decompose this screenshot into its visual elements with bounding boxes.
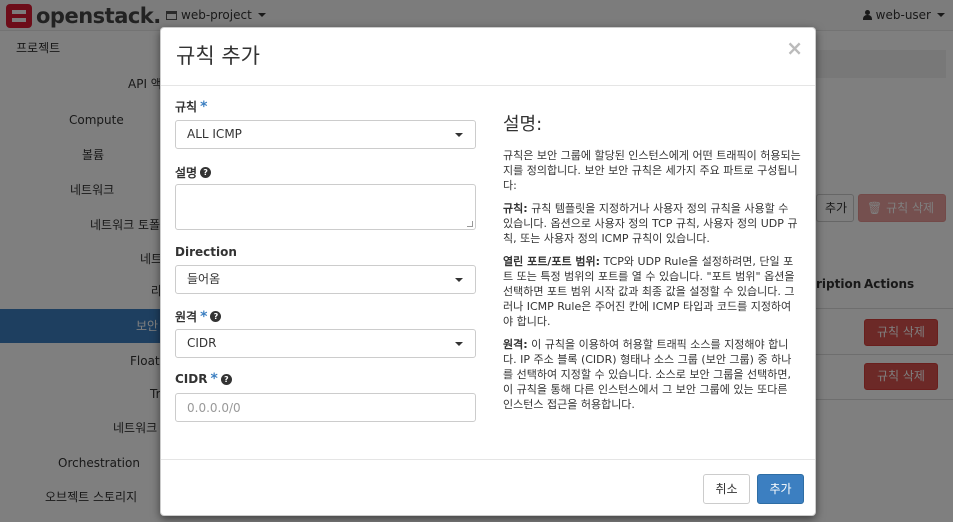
- description-textarea[interactable]: [175, 184, 476, 230]
- required-asterisk: *: [200, 308, 208, 325]
- direction-label: Direction: [175, 245, 237, 259]
- modal-footer: 취소 추가: [161, 459, 815, 515]
- help-remote-term: 원격:: [503, 338, 528, 351]
- help-remote: 원격: 이 규칙을 이용하여 허용할 트래픽 소스를 지정해야 합니다. IP …: [503, 337, 801, 412]
- remote-select[interactable]: CIDR: [175, 329, 476, 358]
- help-rule: 규칙: 규칙 템플릿을 지정하거나 사용자 정의 규칙을 사용할 수 있습니다.…: [503, 201, 801, 246]
- remote-label-text: 원격: [175, 310, 198, 324]
- rule-select[interactable]: ALL ICMP: [175, 120, 476, 149]
- help-question-icon[interactable]: ?: [200, 167, 212, 178]
- cidr-label: CIDR * ?: [175, 372, 232, 386]
- resize-handle-icon[interactable]: [467, 221, 473, 227]
- description-label: 설명 ?: [175, 164, 212, 181]
- rule-label-text: 규칙: [175, 100, 198, 114]
- add-button[interactable]: 추가: [757, 474, 804, 504]
- help-title: 설명:: [503, 114, 543, 135]
- direction-select[interactable]: 들어옴: [175, 265, 476, 294]
- required-asterisk: *: [210, 371, 218, 387]
- required-asterisk: *: [200, 98, 208, 115]
- close-icon[interactable]: ×: [786, 36, 803, 60]
- rule-select-value: ALL ICMP: [187, 127, 242, 141]
- help-panel: 설명: 규칙은 보안 그룹에 할당된 인스턴스에게 어떤 트래픽이 허용되는지를…: [503, 114, 801, 420]
- help-intro: 규칙은 보안 그룹에 할당된 인스턴스에게 어떤 트래픽이 허용되는지를 정의합…: [503, 149, 801, 192]
- dropdown-caret-icon: [455, 278, 463, 282]
- modal-header: 규칙 추가 ×: [161, 28, 815, 86]
- cidr-input[interactable]: [175, 393, 476, 422]
- help-port: 열린 포트/포트 범위: TCP와 UDP Rule을 설정하려면, 단일 포트…: [503, 254, 801, 329]
- direction-select-value: 들어옴: [187, 272, 221, 286]
- help-port-term: 열린 포트/포트 범위:: [503, 255, 601, 268]
- remote-select-value: CIDR: [187, 336, 217, 350]
- rule-label: 규칙 *: [175, 98, 207, 115]
- dropdown-caret-icon: [455, 342, 463, 346]
- remote-label: 원격 * ?: [175, 308, 222, 325]
- cancel-button[interactable]: 취소: [703, 474, 750, 504]
- help-rule-term: 규칙:: [503, 202, 528, 215]
- description-label-text: 설명: [175, 166, 198, 180]
- add-rule-modal: 규칙 추가 × 규칙 * ALL ICMP 설명 ? Direction 들어옴…: [160, 27, 816, 516]
- direction-label-text: Direction: [175, 245, 237, 259]
- dropdown-caret-icon: [455, 133, 463, 137]
- cidr-label-text: CIDR: [175, 372, 208, 386]
- modal-title: 규칙 추가: [176, 44, 260, 68]
- help-question-icon[interactable]: ?: [210, 311, 222, 322]
- help-remote-text: 이 규칙을 이용하여 허용할 트래픽 소스를 지정해야 합니다. IP 주소 블…: [503, 338, 792, 411]
- help-question-icon[interactable]: ?: [220, 373, 232, 385]
- help-rule-text: 규칙 템플릿을 지정하거나 사용자 정의 규칙을 사용할 수 있습니다. 옵션으…: [503, 202, 798, 245]
